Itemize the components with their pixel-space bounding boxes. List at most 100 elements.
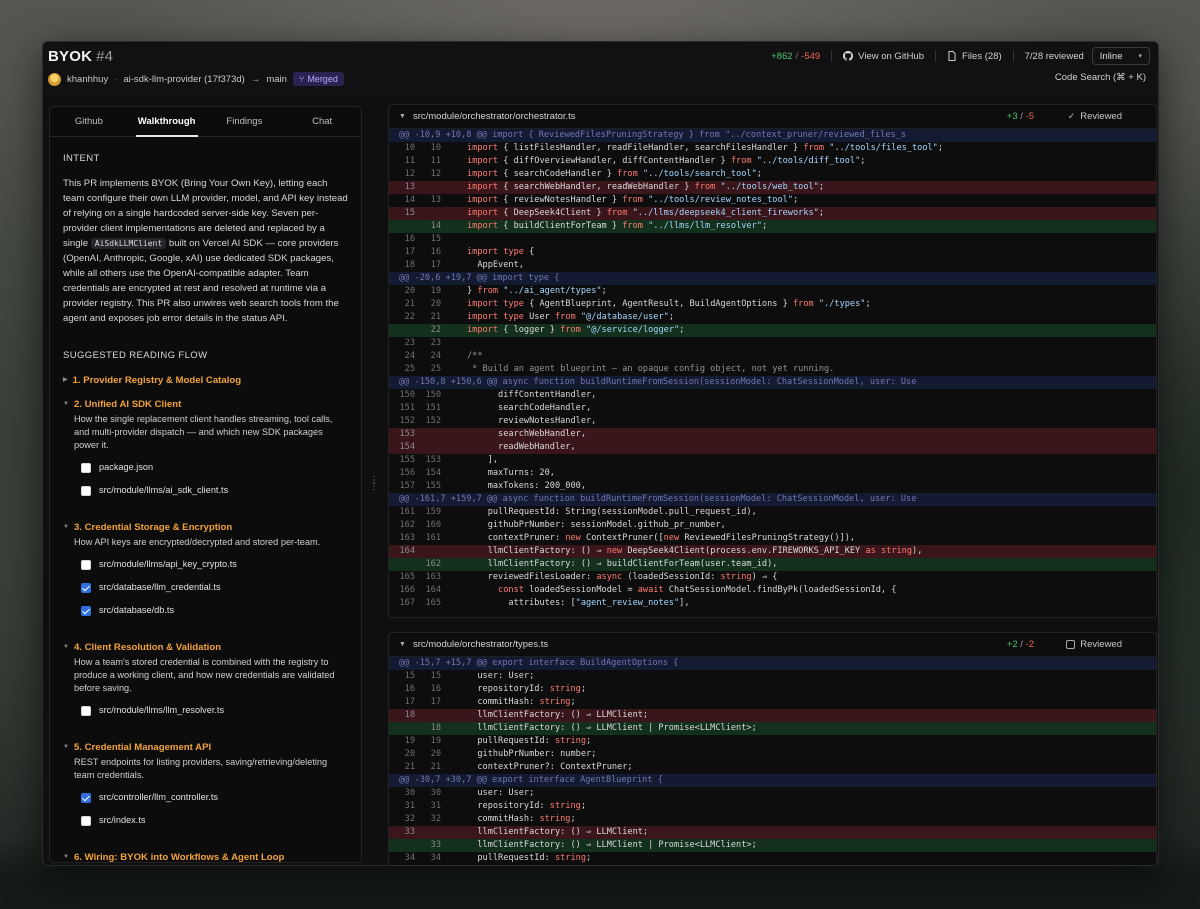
diff-line[interactable]: 13 import { searchWebHandler, readWebHand… bbox=[389, 181, 1156, 194]
old-line-number: 18 bbox=[404, 710, 415, 720]
diff-line[interactable]: 21 20 import type { AgentBlueprint, AgentR… bbox=[389, 298, 1156, 311]
view-mode-value: Inline bbox=[1099, 50, 1123, 62]
file-checkbox[interactable] bbox=[81, 582, 91, 593]
diff-line[interactable]: 150 150 diffContentHandler, bbox=[389, 389, 1156, 402]
diff-line[interactable]: 22 import { logger } from "@/service/logg… bbox=[389, 324, 1156, 337]
caret-icon[interactable]: ▼ bbox=[63, 397, 69, 412]
diff-line[interactable]: 31 31 repositoryId: string; bbox=[389, 800, 1156, 813]
diff-line[interactable]: 165 163 reviewedFilesLoader: async (loade… bbox=[389, 571, 1156, 584]
reviewed-checkbox[interactable] bbox=[1066, 640, 1076, 649]
diff-line[interactable]: 16 15 bbox=[389, 233, 1156, 246]
diff-line[interactable]: 10 10 import { listFilesHandler, readFileH… bbox=[389, 142, 1156, 155]
diff-line[interactable]: 14 import { buildClientForTeam } from "..… bbox=[389, 220, 1156, 233]
diff-line[interactable]: 156 154 maxTurns: 20, bbox=[389, 467, 1156, 480]
file-checkbox[interactable] bbox=[81, 705, 91, 716]
diff-line[interactable]: 15 import { DeepSeek4Client } from "../ll… bbox=[389, 207, 1156, 220]
diff-line[interactable]: 22 21 import type User from "@/database/us… bbox=[389, 311, 1156, 324]
reading-file-item[interactable]: src/index.ts bbox=[63, 813, 348, 828]
resize-handle-icon[interactable]: ⋮ ⋮ bbox=[369, 476, 379, 492]
diff-line[interactable]: 21 21 contextPruner?: ContextPruner; bbox=[389, 761, 1156, 774]
step-title[interactable]: ▼ 5. Credential Management API bbox=[63, 740, 348, 755]
diff-line[interactable]: 33 llmClientFactory: () ⇒ LLMClient | Pr… bbox=[389, 839, 1156, 852]
file-checkbox[interactable] bbox=[81, 605, 91, 616]
diff-line[interactable]: 24 24 /** bbox=[389, 350, 1156, 363]
file-checkbox[interactable] bbox=[81, 485, 91, 496]
tab-findings[interactable]: Findings bbox=[206, 107, 284, 136]
diff-line[interactable]: 161 159 pullRequestId: String(sessionMode… bbox=[389, 506, 1156, 519]
diff-line[interactable]: 15 15 user: User; bbox=[389, 670, 1156, 683]
diff-line[interactable]: 34 34 pullRequestId: string; bbox=[389, 852, 1156, 865]
diff-line[interactable]: 166 164 const loadedSessionModel = await … bbox=[389, 584, 1156, 597]
reading-file-item[interactable]: src/controller/llm_controller.ts bbox=[63, 790, 348, 805]
diff-line[interactable]: 33 llmClientFactory: () ⇒ LLMClient; bbox=[389, 826, 1156, 839]
reading-file-item[interactable]: src/database/llm_credential.ts bbox=[63, 580, 348, 595]
old-line-number: 150 bbox=[399, 390, 415, 400]
reviewed-toggle[interactable]: ✓ Reviewed bbox=[1068, 111, 1122, 122]
chevron-down-icon[interactable]: ▼ bbox=[399, 113, 406, 120]
diff-line[interactable]: 30 30 user: User; bbox=[389, 787, 1156, 800]
file-checkbox[interactable] bbox=[81, 792, 91, 803]
caret-icon[interactable]: ▼ bbox=[63, 520, 69, 535]
view-on-github-link[interactable]: View on GitHub bbox=[843, 51, 924, 62]
diff-line[interactable]: 23 23 bbox=[389, 337, 1156, 350]
tab-chat[interactable]: Chat bbox=[283, 107, 361, 136]
reading-file-item[interactable]: src/module/llms/api_key_crypto.ts bbox=[63, 557, 348, 572]
diff-line[interactable]: 152 152 reviewNotesHandler, bbox=[389, 415, 1156, 428]
old-line-number: 16 bbox=[404, 684, 415, 694]
diff-line[interactable]: 11 11 import { diffOverviewHandler, diffCo… bbox=[389, 155, 1156, 168]
code-text: reviewNotesHandler, bbox=[467, 416, 597, 426]
diff-line[interactable]: 153 searchWebHandler, bbox=[389, 428, 1156, 441]
file-checkbox[interactable] bbox=[81, 559, 91, 570]
diff-line[interactable]: 163 161 contextPruner: new ContextPruner(… bbox=[389, 532, 1156, 545]
chevron-down-icon[interactable]: ▼ bbox=[399, 641, 406, 648]
file-checkbox[interactable] bbox=[81, 462, 91, 473]
reading-file-item[interactable]: src/module/llms/llm_resolver.ts bbox=[63, 703, 348, 718]
step-title[interactable]: ▼ 6. Wiring: BYOK into Workflows & Agent … bbox=[63, 850, 348, 862]
diff-line[interactable]: 20 19} from "../ai_agent/types"; bbox=[389, 285, 1156, 298]
step-title[interactable]: ▼ 2. Unified AI SDK Client bbox=[63, 397, 348, 412]
diff-line[interactable]: 155 153 ], bbox=[389, 454, 1156, 467]
diff-line[interactable]: 32 32 commitHash: string; bbox=[389, 813, 1156, 826]
tab-github[interactable]: Github bbox=[50, 107, 128, 136]
diff-line[interactable]: 18 llmClientFactory: () ⇒ LLMClient; bbox=[389, 709, 1156, 722]
caret-icon[interactable]: ▼ bbox=[63, 640, 69, 655]
author-name[interactable]: khanhhuy bbox=[67, 74, 108, 85]
code-search-button[interactable]: Code Search (⌘ + K) bbox=[1055, 72, 1146, 83]
diff-line[interactable]: 20 20 githubPrNumber: number; bbox=[389, 748, 1156, 761]
diff-line[interactable]: 154 readWebHandler, bbox=[389, 441, 1156, 454]
diff-line[interactable]: 167 165 attributes: ["agent_review_notes"… bbox=[389, 597, 1156, 610]
tab-walkthrough[interactable]: Walkthrough bbox=[128, 107, 206, 137]
diff-line[interactable]: 19 19 pullRequestId: string; bbox=[389, 735, 1156, 748]
caret-icon[interactable]: ▼ bbox=[63, 740, 69, 755]
diff-line[interactable]: 18 llmClientFactory: () ⇒ LLMClient | Pr… bbox=[389, 722, 1156, 735]
reviewed-toggle[interactable]: Reviewed bbox=[1066, 639, 1122, 650]
old-line-number bbox=[389, 220, 415, 233]
diff-line[interactable]: 164 llmClientFactory: () ⇒ new DeepSeek4… bbox=[389, 545, 1156, 558]
new-line-number bbox=[415, 428, 441, 441]
diff-line[interactable]: 12 12 import { searchCodeHandler } from ".… bbox=[389, 168, 1156, 181]
diff-line[interactable]: 14 13 import { reviewNotesHandler } from "… bbox=[389, 194, 1156, 207]
diff-line[interactable]: 151 151 searchCodeHandler, bbox=[389, 402, 1156, 415]
diff-line[interactable]: 162 160 githubPrNumber: sessionModel.gith… bbox=[389, 519, 1156, 532]
caret-icon[interactable]: ▼ bbox=[63, 850, 69, 862]
file-checkbox[interactable] bbox=[81, 815, 91, 826]
files-button[interactable]: Files (28) bbox=[947, 51, 1002, 62]
step-title[interactable]: ▼ 3. Credential Storage & Encryption bbox=[63, 520, 348, 535]
file-name: src/controller/llm_controller.ts bbox=[99, 792, 218, 802]
diff-file-header[interactable]: ▼ src/module/orchestrator/orchestrator.t… bbox=[389, 105, 1156, 129]
step-title[interactable]: ▶ 1. Provider Registry & Model Catalog bbox=[63, 373, 348, 388]
diff-file-header[interactable]: ▼ src/module/orchestrator/types.ts +2 / … bbox=[389, 633, 1156, 657]
diff-line[interactable]: 162 llmClientFactory: () ⇒ buildClientFo… bbox=[389, 558, 1156, 571]
diff-line[interactable]: 16 16 repositoryId: string; bbox=[389, 683, 1156, 696]
caret-icon[interactable]: ▶ bbox=[63, 373, 68, 388]
diff-line[interactable]: 17 16 import type { bbox=[389, 246, 1156, 259]
reading-file-item[interactable]: package.json bbox=[63, 460, 348, 475]
step-title[interactable]: ▼ 4. Client Resolution & Validation bbox=[63, 640, 348, 655]
diff-line[interactable]: 157 155 maxTokens: 200_000, bbox=[389, 480, 1156, 493]
reading-file-item[interactable]: src/database/db.ts bbox=[63, 603, 348, 618]
reading-file-item[interactable]: src/module/llms/ai_sdk_client.ts bbox=[63, 483, 348, 498]
diff-line[interactable]: 17 17 commitHash: string; bbox=[389, 696, 1156, 709]
diff-line[interactable]: 25 25 * Build an agent blueprint — an opa… bbox=[389, 363, 1156, 376]
view-mode-select[interactable]: Inline ▾ bbox=[1091, 47, 1150, 65]
diff-line[interactable]: 18 17 AppEvent, bbox=[389, 259, 1156, 272]
